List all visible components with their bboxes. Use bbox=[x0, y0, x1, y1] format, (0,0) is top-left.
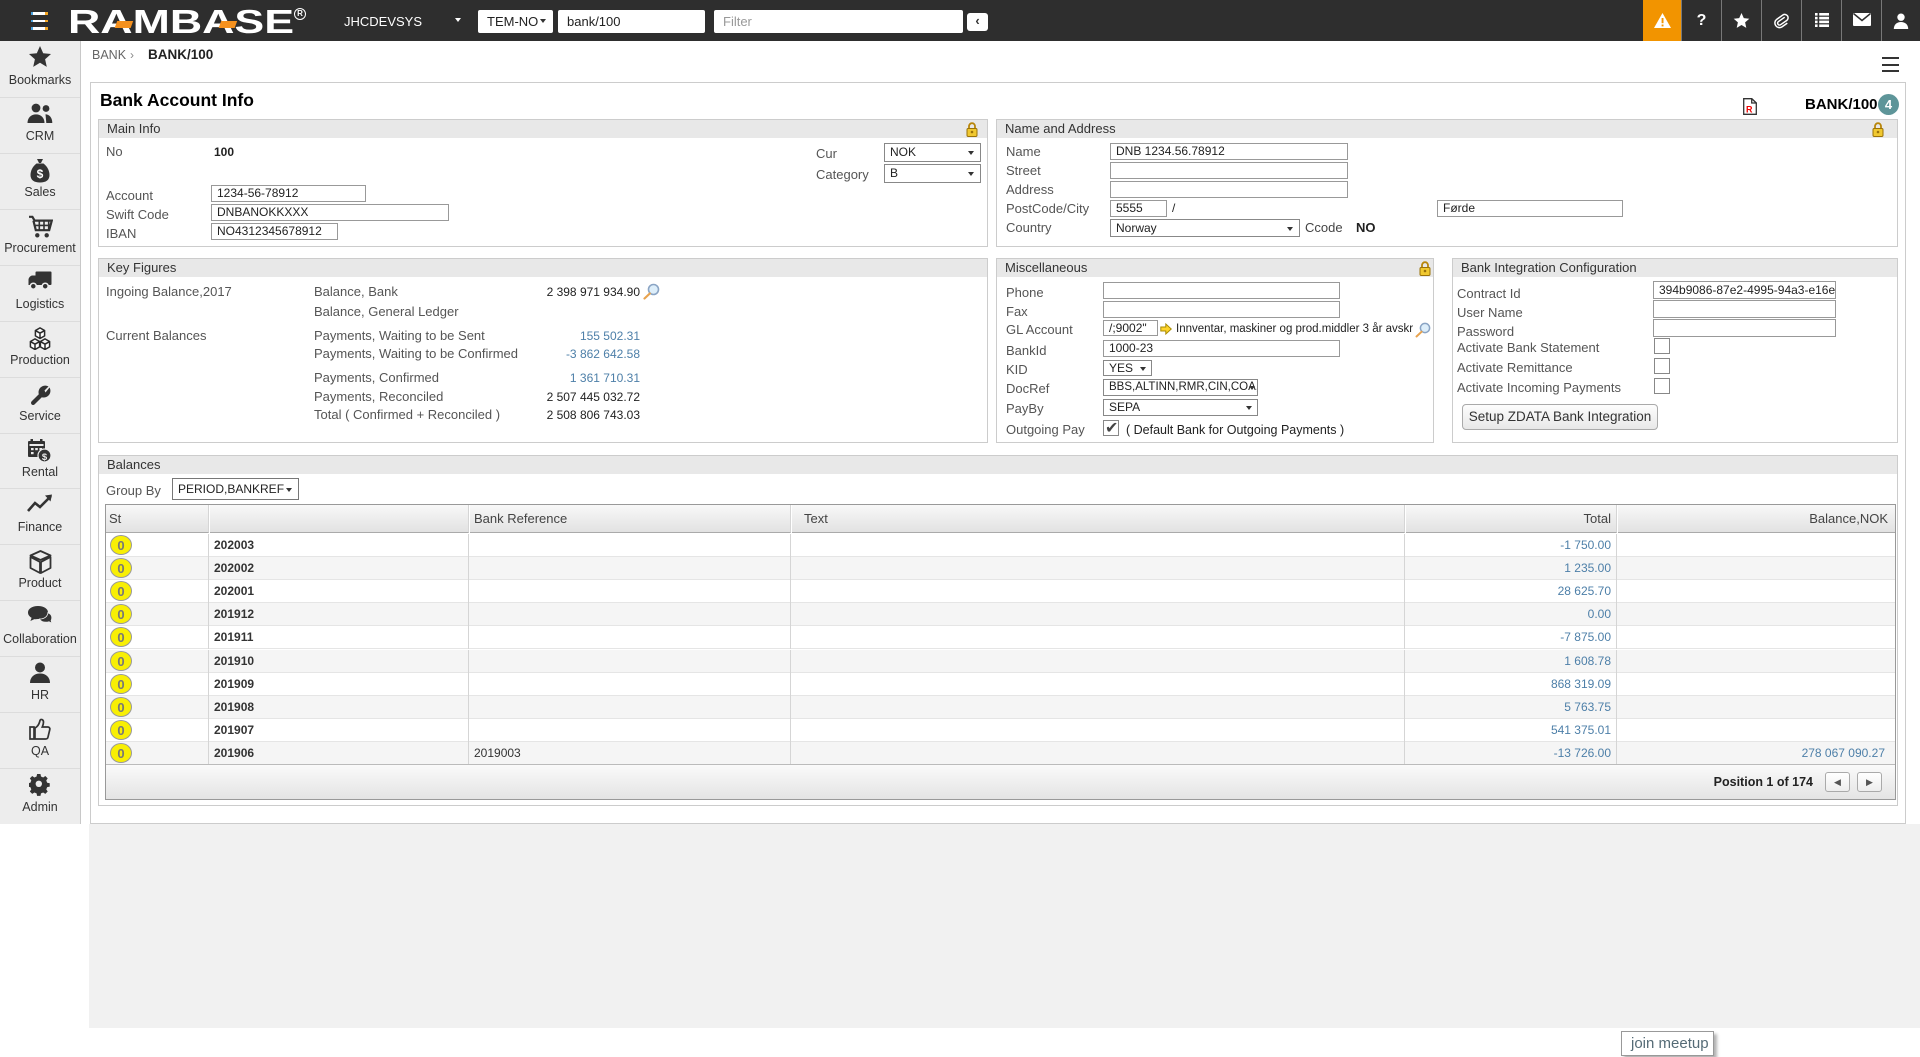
svg-text:R: R bbox=[1746, 105, 1753, 115]
svg-text:$: $ bbox=[37, 167, 44, 181]
svg-text:$: $ bbox=[42, 452, 48, 463]
